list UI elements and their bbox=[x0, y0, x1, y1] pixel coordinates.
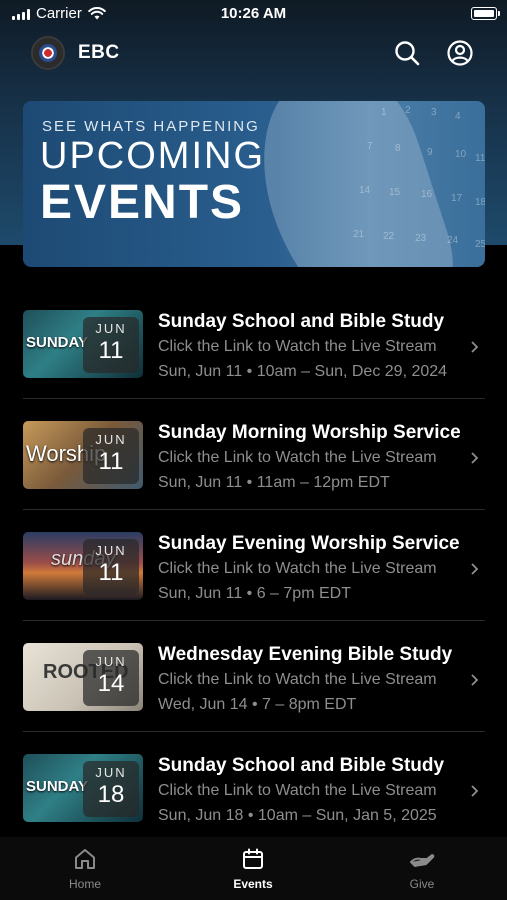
tab-give[interactable]: Give bbox=[372, 847, 472, 891]
event-month: JUN bbox=[95, 543, 127, 558]
event-subtitle: Click the Link to Watch the Live Stream bbox=[158, 338, 437, 355]
tab-events[interactable]: Events bbox=[203, 847, 303, 891]
event-month: JUN bbox=[95, 765, 127, 780]
event-date-badge: JUN 14 bbox=[83, 650, 139, 706]
event-time: Sun, Jun 11 • 11am – 12pm EDT bbox=[158, 474, 390, 491]
event-day: 18 bbox=[97, 781, 125, 808]
event-time: Sun, Jun 11 • 10am – Sun, Dec 29, 2024 bbox=[158, 363, 448, 380]
event-row[interactable]: sunday JUN 11 Sunday Evening Worship Ser… bbox=[0, 510, 507, 621]
event-subtitle: Click the Link to Watch the Live Stream bbox=[158, 782, 437, 799]
event-date-badge: JUN 11 bbox=[83, 428, 139, 484]
event-time: Sun, Jun 18 • 10am – Sun, Jan 5, 2025 bbox=[158, 807, 437, 824]
chevron-right-icon bbox=[471, 452, 479, 464]
banner-kicker: SEE WHATS HAPPENING bbox=[42, 118, 260, 135]
event-subtitle: Click the Link to Watch the Live Stream bbox=[158, 560, 437, 577]
event-row[interactable]: ROOTED JUN 14 Wednesday Evening Bible St… bbox=[0, 621, 507, 732]
calendar-icon bbox=[243, 848, 263, 869]
event-month: JUN bbox=[95, 432, 127, 447]
event-month: JUN bbox=[95, 321, 127, 336]
tab-label: Events bbox=[233, 877, 273, 891]
logo-emblem bbox=[39, 44, 57, 62]
event-day: 11 bbox=[98, 559, 124, 586]
event-thumbnail: SUNDAY JUN 18 bbox=[23, 754, 143, 822]
event-thumbnail: Worship JUN 11 bbox=[23, 421, 143, 489]
event-subtitle: Click the Link to Watch the Live Stream bbox=[158, 671, 437, 688]
tab-bar: Home Events Give bbox=[0, 837, 507, 900]
chevron-right-icon bbox=[471, 785, 479, 797]
chevron-right-icon bbox=[471, 341, 479, 353]
event-thumbnail: SUNDAY JUN 11 bbox=[23, 310, 143, 378]
banner-title-events: EVENTS bbox=[40, 176, 245, 229]
event-row[interactable]: SUNDAY JUN 11 Sunday School and Bible St… bbox=[0, 288, 507, 399]
chevron-right-icon bbox=[471, 674, 479, 686]
event-day: 11 bbox=[98, 448, 124, 475]
event-date-badge: JUN 11 bbox=[83, 317, 139, 373]
give-icon bbox=[410, 854, 435, 867]
event-thumbnail: sunday JUN 11 bbox=[23, 532, 143, 600]
event-row[interactable]: SUNDAY JUN 18 Sunday School and Bible St… bbox=[0, 732, 507, 843]
event-subtitle: Click the Link to Watch the Live Stream bbox=[158, 449, 437, 466]
upcoming-events-banner[interactable]: 1234 7 8 9 10 11 14 15 16 17 18 21 22 23 24 25 SEE W… bbox=[23, 101, 485, 267]
tab-label: Home bbox=[68, 877, 101, 891]
account-icon[interactable] bbox=[446, 39, 474, 67]
app-title: EBC bbox=[78, 42, 120, 63]
battery-icon bbox=[471, 7, 500, 20]
thumbnail-text: SUNDAY bbox=[26, 778, 88, 795]
church-logo[interactable] bbox=[31, 36, 65, 70]
app-header: EBC bbox=[0, 30, 507, 76]
banner-calendar-graphic: 1234 7 8 9 10 11 14 15 16 17 18 21 22 23 24 25 bbox=[353, 105, 485, 250]
event-thumbnail: ROOTED JUN 14 bbox=[23, 643, 143, 711]
event-title: Sunday School and Bible Study bbox=[158, 311, 445, 332]
tab-home[interactable]: Home bbox=[35, 847, 135, 891]
event-title: Sunday Morning Worship Service bbox=[158, 422, 461, 443]
event-time: Wed, Jun 14 • 7 – 8pm EDT bbox=[158, 696, 357, 713]
status-bar: Carrier 10:26 AM bbox=[0, 0, 507, 30]
home-icon bbox=[75, 849, 95, 869]
event-title: Sunday Evening Worship Service bbox=[158, 533, 460, 554]
event-date-badge: JUN 11 bbox=[83, 539, 139, 595]
tab-label: Give bbox=[409, 877, 435, 891]
event-row[interactable]: Worship JUN 11 Sunday Morning Worship Se… bbox=[0, 399, 507, 510]
status-time: 10:26 AM bbox=[220, 5, 287, 22]
events-list: SUNDAY JUN 11 Sunday School and Bible St… bbox=[0, 288, 507, 843]
banner-title-upcoming: UPCOMING bbox=[40, 135, 265, 177]
chevron-right-icon bbox=[471, 563, 479, 575]
event-title: Sunday School and Bible Study bbox=[158, 755, 445, 776]
event-month: JUN bbox=[95, 654, 127, 669]
search-icon[interactable] bbox=[393, 39, 421, 67]
event-date-badge: JUN 18 bbox=[83, 761, 139, 817]
event-day: 14 bbox=[97, 670, 125, 697]
thumbnail-text: SUNDAY bbox=[26, 334, 88, 351]
event-time: Sun, Jun 11 • 6 – 7pm EDT bbox=[158, 585, 351, 602]
event-day: 11 bbox=[98, 337, 124, 364]
event-title: Wednesday Evening Bible Study bbox=[158, 644, 453, 665]
